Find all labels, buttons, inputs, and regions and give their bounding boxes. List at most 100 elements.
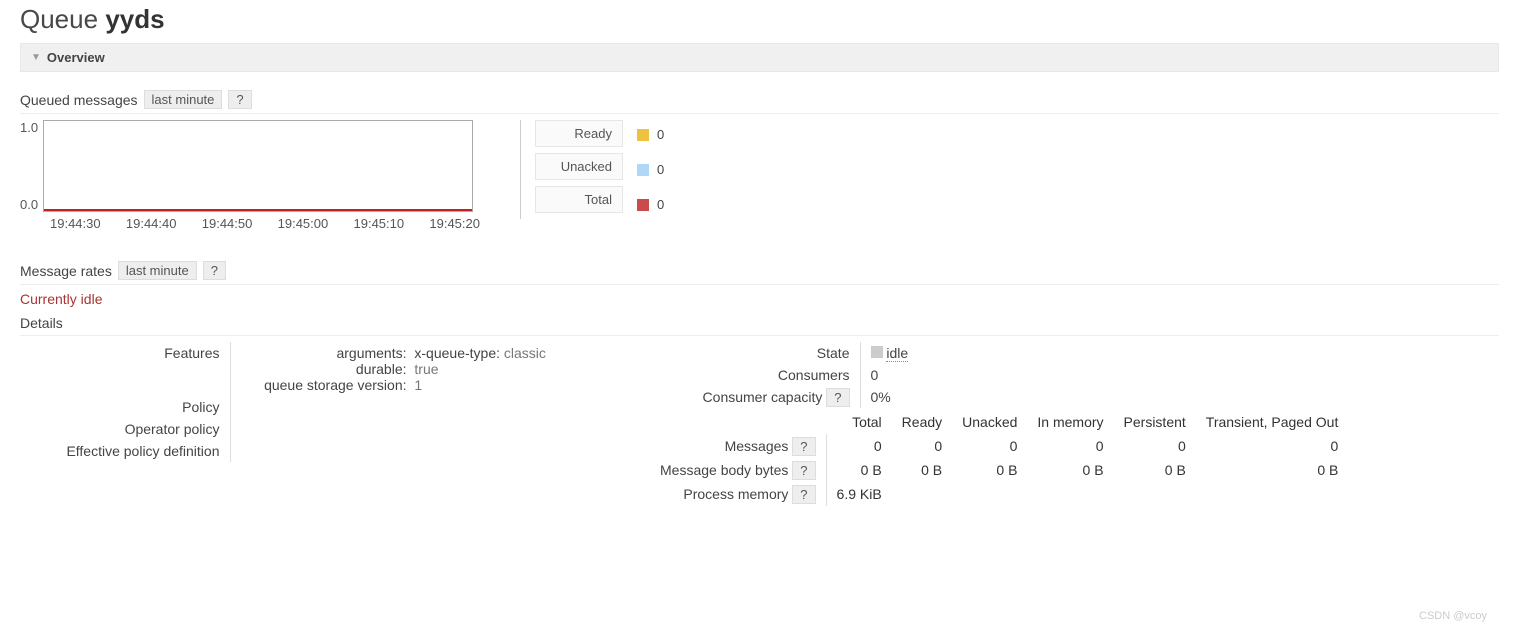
queued-messages-help[interactable]: ? bbox=[228, 90, 251, 109]
row-messages-label: Messages bbox=[725, 438, 789, 454]
cell: 0 bbox=[826, 434, 892, 458]
arguments-key: x-queue-type: bbox=[414, 345, 500, 361]
consumers-label: Consumers bbox=[650, 364, 860, 386]
overview-section-label: Overview bbox=[47, 50, 105, 65]
legend-ready-row: 0 bbox=[637, 120, 664, 149]
col-in-memory: In memory bbox=[1027, 410, 1113, 434]
features-value: arguments: x-queue-type: classic durable… bbox=[230, 342, 556, 396]
legend-total-label[interactable]: Total bbox=[535, 186, 623, 213]
cell: 0 bbox=[1027, 434, 1113, 458]
legend-unacked-row: 0 bbox=[637, 155, 664, 184]
state-value-cell: idle bbox=[860, 342, 918, 364]
col-transient: Transient, Paged Out bbox=[1196, 410, 1349, 434]
cell: 0 B bbox=[1196, 458, 1349, 482]
queued-messages-heading: Queued messages last minute ? bbox=[20, 90, 1499, 114]
col-persistent: Persistent bbox=[1114, 410, 1196, 434]
swatch-icon bbox=[637, 164, 649, 176]
stats-row-body-bytes: Message body bytes ? 0 B 0 B 0 B 0 B 0 B… bbox=[650, 458, 1348, 482]
details-right-top-table: State idle Consumers 0 Consumer capacity… bbox=[650, 342, 918, 408]
durable-label: durable: bbox=[241, 361, 411, 377]
cell bbox=[952, 482, 1027, 506]
chart-plot-area bbox=[43, 120, 473, 212]
operator-policy-value bbox=[230, 418, 556, 440]
state-swatch-icon bbox=[871, 346, 883, 358]
swatch-icon bbox=[637, 129, 649, 141]
effective-policy-value bbox=[230, 440, 556, 462]
y-tick: 0.0 bbox=[20, 197, 38, 212]
legend-total-value: 0 bbox=[657, 197, 664, 212]
row-body-bytes-label: Message body bytes bbox=[660, 462, 788, 478]
arguments-value: classic bbox=[504, 345, 546, 361]
message-rates-range[interactable]: last minute bbox=[118, 261, 197, 280]
x-tick: 19:45:00 bbox=[278, 216, 329, 231]
x-tick: 19:45:20 bbox=[429, 216, 480, 231]
chart-total-line bbox=[44, 209, 472, 211]
capacity-value: 0% bbox=[860, 386, 918, 408]
cell bbox=[1027, 482, 1113, 506]
cell: 0 bbox=[892, 434, 952, 458]
col-total: Total bbox=[826, 410, 892, 434]
page-title: Queue yyds bbox=[20, 4, 1499, 35]
stats-row-process-memory: Process memory ? 6.9 KiB bbox=[650, 482, 1348, 506]
legend-total-row: 0 bbox=[637, 190, 664, 219]
features-label: Features bbox=[20, 342, 230, 396]
chart-y-axis: 1.0 0.0 bbox=[20, 120, 43, 212]
capacity-label: Consumer capacity bbox=[703, 389, 823, 405]
queued-messages-chart-row: 1.0 0.0 19:44:30 19:44:40 19:44:50 19:45… bbox=[20, 120, 1499, 231]
state-label: State bbox=[650, 342, 860, 364]
effective-policy-label: Effective policy definition bbox=[20, 440, 230, 462]
message-rates-help[interactable]: ? bbox=[203, 261, 226, 280]
cell: 0 B bbox=[1027, 458, 1113, 482]
cell: 0 B bbox=[1114, 458, 1196, 482]
row-messages-help[interactable]: ? bbox=[792, 437, 815, 456]
stats-table: Total Ready Unacked In memory Persistent… bbox=[650, 410, 1349, 506]
operator-policy-label: Operator policy bbox=[20, 418, 230, 440]
cell: 0 bbox=[1196, 434, 1349, 458]
capacity-help[interactable]: ? bbox=[826, 388, 849, 407]
legend-ready-label[interactable]: Ready bbox=[535, 120, 623, 147]
capacity-label-cell: Consumer capacity ? bbox=[650, 386, 860, 408]
cell: 0 B bbox=[952, 458, 1027, 482]
col-ready: Ready bbox=[892, 410, 952, 434]
row-process-memory-help[interactable]: ? bbox=[792, 485, 815, 504]
queued-messages-range[interactable]: last minute bbox=[144, 90, 223, 109]
x-tick: 19:44:50 bbox=[202, 216, 253, 231]
chart-x-axis: 19:44:30 19:44:40 19:44:50 19:45:00 19:4… bbox=[20, 216, 480, 231]
state-value: idle bbox=[886, 345, 908, 362]
cell bbox=[1196, 482, 1349, 506]
arguments-label: arguments: bbox=[241, 345, 411, 361]
message-rates-heading: Message rates last minute ? bbox=[20, 261, 1499, 285]
x-tick: 19:45:10 bbox=[354, 216, 405, 231]
title-prefix: Queue bbox=[20, 4, 98, 34]
stats-header-row: Total Ready Unacked In memory Persistent… bbox=[650, 410, 1348, 434]
row-body-bytes-help[interactable]: ? bbox=[792, 461, 815, 480]
storage-label: queue storage version: bbox=[241, 377, 411, 393]
cell bbox=[1114, 482, 1196, 506]
swatch-icon bbox=[637, 199, 649, 211]
cell: 0 B bbox=[892, 458, 952, 482]
details-left-table: Features arguments: x-queue-type: classi… bbox=[20, 342, 556, 462]
chart-container: 1.0 0.0 19:44:30 19:44:40 19:44:50 19:45… bbox=[20, 120, 480, 231]
x-tick: 19:44:30 bbox=[50, 216, 101, 231]
legend-ready-value: 0 bbox=[657, 127, 664, 142]
cell bbox=[892, 482, 952, 506]
stats-row-messages: Messages ? 0 0 0 0 0 0 bbox=[650, 434, 1348, 458]
consumers-value: 0 bbox=[860, 364, 918, 386]
storage-value: 1 bbox=[414, 377, 422, 393]
queued-messages-label: Queued messages bbox=[20, 92, 138, 108]
chevron-down-icon: ▼ bbox=[31, 52, 41, 63]
overview-section-toggle[interactable]: ▼ Overview bbox=[20, 43, 1499, 72]
queue-name: yyds bbox=[105, 4, 164, 34]
col-unacked: Unacked bbox=[952, 410, 1027, 434]
details-heading: Details bbox=[20, 315, 1499, 336]
cell: 0 bbox=[952, 434, 1027, 458]
x-tick: 19:44:40 bbox=[126, 216, 177, 231]
policy-label: Policy bbox=[20, 396, 230, 418]
cell: 0 B bbox=[826, 458, 892, 482]
message-rates-status: Currently idle bbox=[20, 291, 1499, 307]
legend-unacked-value: 0 bbox=[657, 162, 664, 177]
durable-value: true bbox=[414, 361, 438, 377]
y-tick: 1.0 bbox=[20, 120, 38, 135]
legend-unacked-label[interactable]: Unacked bbox=[535, 153, 623, 180]
chart-legend: Ready Unacked Total 0 0 0 bbox=[520, 120, 664, 219]
